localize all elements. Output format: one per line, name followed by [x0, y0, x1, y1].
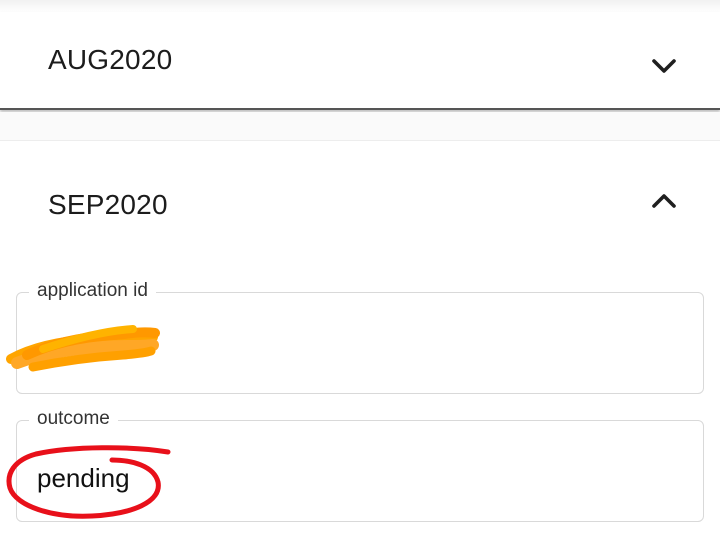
outcome-label: outcome [29, 408, 118, 430]
accordion-panel-aug2020[interactable]: AUG2020 [0, 12, 720, 110]
outcome-field[interactable]: outcome pending [16, 408, 704, 522]
application-id-field[interactable]: application id [6, 280, 704, 394]
outcome-value: pending [37, 463, 130, 493]
application-id-label: application id [29, 280, 156, 302]
chevron-up-icon[interactable] [650, 191, 678, 211]
panel-gap [0, 112, 720, 140]
panel-title: AUG2020 [48, 44, 173, 75]
redaction-scribble [6, 325, 160, 372]
top-fade [0, 0, 720, 12]
chevron-down-icon[interactable] [650, 56, 678, 76]
panel-title: SEP2020 [48, 189, 168, 220]
screen: AUG2020 SEP2020 application id outcome p… [0, 0, 720, 539]
accordion-panel-sep2020: SEP2020 application id outcome pending [0, 140, 720, 539]
